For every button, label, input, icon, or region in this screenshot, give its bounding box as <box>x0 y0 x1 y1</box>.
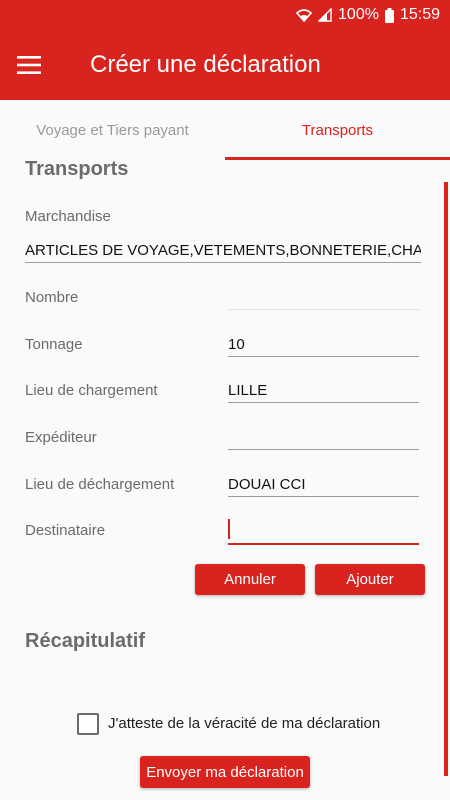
label-lieu-chargement: Lieu de chargement <box>25 382 158 399</box>
expediteur-field[interactable] <box>228 428 419 450</box>
label-nombre: Nombre <box>25 289 79 306</box>
text-cursor <box>228 519 230 539</box>
label-destinataire: Destinataire <box>25 522 106 539</box>
clock: 15:59 <box>399 6 440 23</box>
label-lieu-dechargement: Lieu de déchargement <box>25 476 175 493</box>
battery-percent: 100% <box>338 6 379 23</box>
send-declaration-button[interactable]: Envoyer ma déclaration <box>140 756 310 788</box>
tab-voyage-tiers-payant[interactable]: Voyage et Tiers payant <box>0 100 225 160</box>
signal-icon <box>318 8 332 22</box>
lieu-dechargement-field[interactable]: DOUAI CCI <box>228 476 419 497</box>
destinataire-field[interactable] <box>228 519 419 545</box>
label-expediteur: Expéditeur <box>25 429 97 446</box>
attest-checkbox[interactable] <box>77 713 99 735</box>
attest-label[interactable]: J'atteste de la véracité de ma déclarati… <box>108 715 380 732</box>
label-marchandise: Marchandise <box>25 208 111 225</box>
lieu-chargement-field[interactable]: LILLE <box>228 382 419 403</box>
add-button[interactable]: Ajouter <box>315 564 425 595</box>
section-title-recapitulatif: Récapitulatif <box>25 630 146 652</box>
wifi-icon <box>296 8 313 22</box>
label-tonnage: Tonnage <box>25 336 83 353</box>
marchandise-field[interactable]: ARTICLES DE VOYAGE,VETEMENTS,BONNETERIE,… <box>25 242 421 263</box>
tab-bar: Voyage et Tiers payant Transports <box>0 100 450 160</box>
section-title-transports: Transports <box>25 158 129 180</box>
nombre-field[interactable] <box>228 286 419 310</box>
status-bar: 100% 15:59 <box>0 0 450 30</box>
tab-transports[interactable]: Transports <box>225 100 450 160</box>
tonnage-field[interactable]: 10 <box>228 336 419 357</box>
cancel-button[interactable]: Annuler <box>195 564 305 595</box>
scrollbar[interactable] <box>444 182 448 776</box>
app-bar: Créer une déclaration <box>0 30 450 100</box>
hamburger-menu-icon[interactable] <box>0 30 58 100</box>
battery-icon <box>384 7 394 23</box>
page-title: Créer une déclaration <box>90 51 321 78</box>
